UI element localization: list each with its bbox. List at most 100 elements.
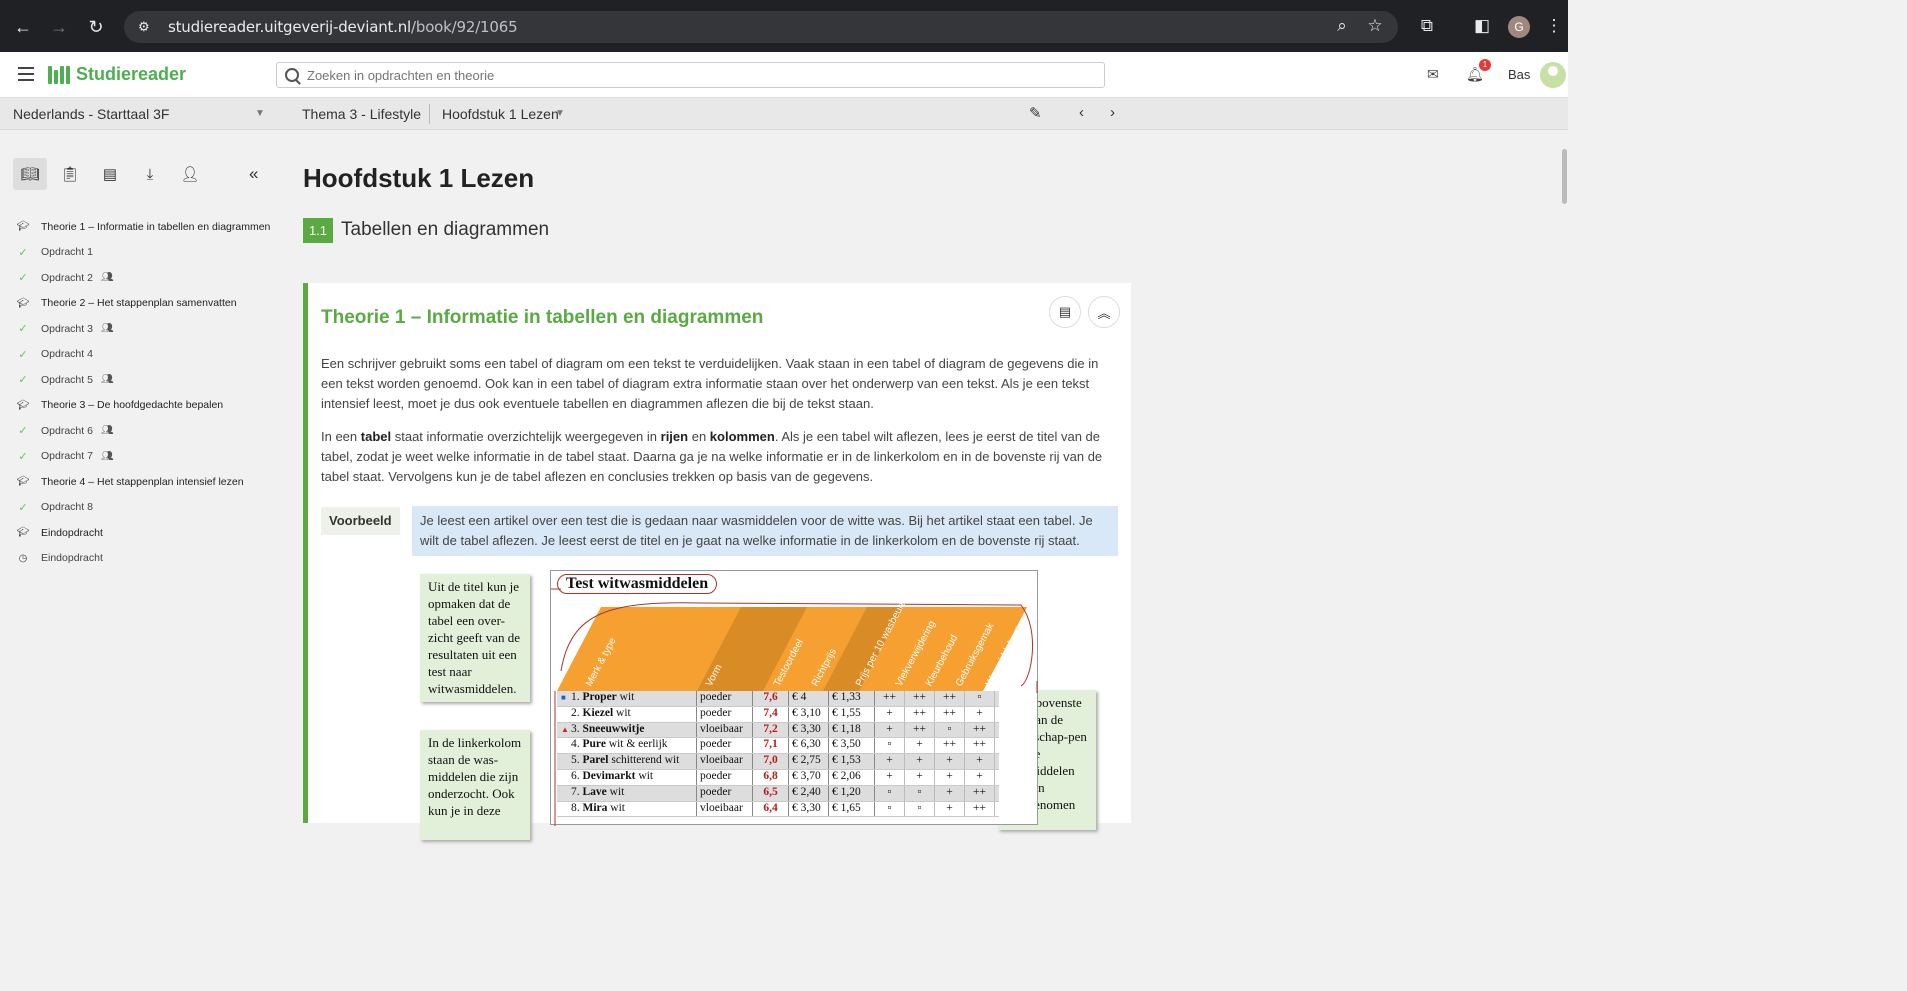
group-icon: 👥︎ xyxy=(100,323,114,335)
table-cell: + xyxy=(875,706,905,722)
collapse-card-button[interactable]: ︽ xyxy=(1088,296,1120,328)
table-cell: 7,4 xyxy=(753,706,789,722)
page-scrollbar[interactable] xyxy=(1560,131,1568,815)
table-cell: + xyxy=(965,706,995,722)
table-cell: poeder xyxy=(697,785,753,801)
table-cell: € 1,55 xyxy=(829,706,875,722)
user-name[interactable]: Bas xyxy=(1508,67,1530,82)
article-view-button[interactable]: ▤ xyxy=(1049,296,1081,328)
article-icon: ▤ xyxy=(1058,304,1072,319)
bookmark-star-icon[interactable]: ☆ xyxy=(1363,14,1387,38)
book-icon[interactable]: 📖︎ xyxy=(13,158,47,190)
table-cell: ▲ 3. Sneeuwwitje xyxy=(557,722,697,738)
clipboard-icon[interactable]: 📋︎ xyxy=(53,158,87,190)
table-rows: ■ 1. Proper wit poeder 7,6 € 4 € 1,33 ++ ++ ++ ▫ 2… xyxy=(557,691,999,818)
logo-bars-icon xyxy=(48,65,70,84)
table-cell: ■ 1. Proper wit xyxy=(557,691,697,706)
table-cell: + xyxy=(875,722,905,738)
check-icon: ✓ xyxy=(18,246,28,259)
table-cell: 6,4 xyxy=(753,801,789,817)
theme-breadcrumb[interactable]: Thema 3 - Lifestyle xyxy=(302,106,421,122)
sidebar-item-opdracht-4[interactable]: ✓ Opdracht 4 xyxy=(0,342,285,368)
table-cell: poeder xyxy=(697,706,753,722)
sidebar-item-label: Theorie 4 – Het stappenplan intensief le… xyxy=(41,475,244,488)
sidebar-item-theorie-1[interactable]: 🎓︎ Theorie 1 – Informatie in tabellen en … xyxy=(0,214,285,240)
back-icon[interactable]: ← xyxy=(6,10,40,44)
graduation-cap-icon: 🎓︎ xyxy=(16,476,30,488)
zoom-icon[interactable]: ⌕ xyxy=(1330,14,1354,38)
sidebar-item-label: Theorie 3 – De hoofdgedachte bepalen xyxy=(41,399,224,412)
sidebar-item-eindopdracht-timed[interactable]: ◷ Eindopdracht xyxy=(0,546,285,572)
sidebar-item-label: Opdracht 5 xyxy=(41,373,93,386)
app-name: Studiereader xyxy=(76,64,187,84)
browser-profile-avatar[interactable]: G xyxy=(1508,16,1530,38)
address-bar[interactable]: ⚙ studiereader.uitgeverij-deviant.nl/boo… xyxy=(124,11,1398,43)
table-cell: 6,8 xyxy=(753,769,789,785)
next-page-icon[interactable]: › xyxy=(1110,104,1115,121)
sidebar-item-theorie-2[interactable]: 🎓︎ Theorie 2 – Het stappenplan samenvatte… xyxy=(0,291,285,317)
note-title-explanation: Uit de titel kun je opmaken dat de tabel… xyxy=(420,574,530,702)
sidebar-item-label: Eindopdracht xyxy=(41,526,103,539)
sidebar-item-opdracht-1[interactable]: ✓ Opdracht 1 xyxy=(0,240,285,266)
sidebar-item-opdracht-6[interactable]: ✓ Opdracht 6 👥︎ xyxy=(0,418,285,444)
course-dropdown-icon[interactable]: ▼ xyxy=(255,108,265,119)
highlighter-icon[interactable]: ✎ xyxy=(1029,104,1042,122)
hamburger-menu-icon[interactable] xyxy=(18,67,34,81)
group-icon: 👥︎ xyxy=(100,272,114,284)
course-selector[interactable]: Nederlands - Starttaal 3F xyxy=(13,106,169,122)
previous-page-icon[interactable]: ‹ xyxy=(1079,104,1084,121)
table-row: ▲ 3. Sneeuwwitje vloeibaar 7,2 € 3,30 € 1,18… xyxy=(557,722,999,739)
search-input[interactable] xyxy=(307,67,1087,83)
table-row: 5. Parel schitterend wit vloeibaar 7,0 € 2,… xyxy=(557,754,999,770)
table-cell: € 1,20 xyxy=(829,785,875,801)
search-icon xyxy=(285,68,299,82)
table-cell: ++ xyxy=(905,722,935,738)
app-logo[interactable]: Studiereader xyxy=(48,64,186,85)
table-cell: + xyxy=(905,769,935,785)
chapter-selector[interactable]: Hoofdstuk 1 Lezen xyxy=(442,106,559,122)
search-bar[interactable] xyxy=(276,62,1105,88)
sidebar-item-theorie-3[interactable]: 🎓︎ Theorie 3 – De hoofdgedachte bepalen xyxy=(0,393,285,419)
main-content: Hoofdstuk 1 Lezen 1.1 Tabellen en diagra… xyxy=(285,131,1560,840)
collapse-sidebar-icon[interactable]: « xyxy=(249,164,258,184)
table-cell: 6. Devimarkt wit xyxy=(557,769,697,785)
sidebar-item-opdracht-3[interactable]: ✓ Opdracht 3 👥︎ xyxy=(0,316,285,342)
sidebar-item-opdracht-8[interactable]: ✓ Opdracht 8 xyxy=(0,495,285,521)
extensions-icon[interactable]: ⧉ xyxy=(1415,14,1439,38)
forward-icon[interactable]: → xyxy=(42,10,76,44)
sidebar-item-eindopdracht[interactable]: 🎓︎ Eindopdracht xyxy=(0,520,285,546)
table-cell: ++ xyxy=(935,706,965,722)
scrollbar-thumb[interactable] xyxy=(1562,149,1567,204)
site-info-icon[interactable]: ⚙ xyxy=(138,19,154,35)
sidebar-item-opdracht-5[interactable]: ✓ Opdracht 5 👥︎ xyxy=(0,367,285,393)
browser-menu-icon[interactable]: ⋮ xyxy=(1542,14,1566,38)
reload-icon[interactable]: ↻ xyxy=(79,10,113,44)
sidebar-item-label: Theorie 1 – Informatie in tabellen en di… xyxy=(41,220,271,233)
theory-paragraph-1: Een schrijver gebruikt soms een tabel of… xyxy=(321,356,1099,411)
article-icon[interactable]: ▤ xyxy=(93,158,127,190)
download-icon[interactable]: ⤓ xyxy=(133,158,167,190)
bold-term-tabel: tabel xyxy=(360,429,392,444)
wash-test-table: Merk & type Vorm Testoordeel Richtprijs Prij… xyxy=(550,570,1038,826)
user-avatar[interactable] xyxy=(1540,62,1566,88)
mail-icon[interactable]: ✉ xyxy=(1427,66,1439,83)
graduation-cap-icon: 🎓︎ xyxy=(16,399,30,411)
sidebar-item-theorie-4[interactable]: 🎓︎ Theorie 4 – Het stappenplan intensief … xyxy=(0,469,285,495)
sidebar-item-opdracht-2[interactable]: ✓ Opdracht 2 👥︎ xyxy=(0,265,285,291)
graduation-cap-icon: 🎓︎ xyxy=(16,221,30,233)
table-cell: € 1,18 xyxy=(829,722,875,738)
table-cell: ++ xyxy=(935,691,965,706)
side-panel-icon[interactable]: ◧ xyxy=(1470,14,1494,38)
table-cell: € 3,30 xyxy=(789,722,829,738)
contact-folder-icon[interactable]: 👤︎ xyxy=(173,158,207,190)
table-cell: ▫ xyxy=(875,785,905,801)
section-number-badge: 1.1 xyxy=(303,218,333,243)
sidebar-item-opdracht-7[interactable]: ✓ Opdracht 7 👥︎ xyxy=(0,444,285,470)
text-span: In een xyxy=(321,429,361,444)
table-cell: € 3,70 xyxy=(789,769,829,785)
sidebar-item-label: Opdracht 3 xyxy=(41,322,93,335)
table-cell: 7,1 xyxy=(753,738,789,754)
rating-marker: ▲ xyxy=(561,724,569,734)
chapter-dropdown-icon[interactable]: ▼ xyxy=(555,108,565,119)
theory-card-title: Theorie 1 – Informatie in tabellen en di… xyxy=(321,307,764,328)
